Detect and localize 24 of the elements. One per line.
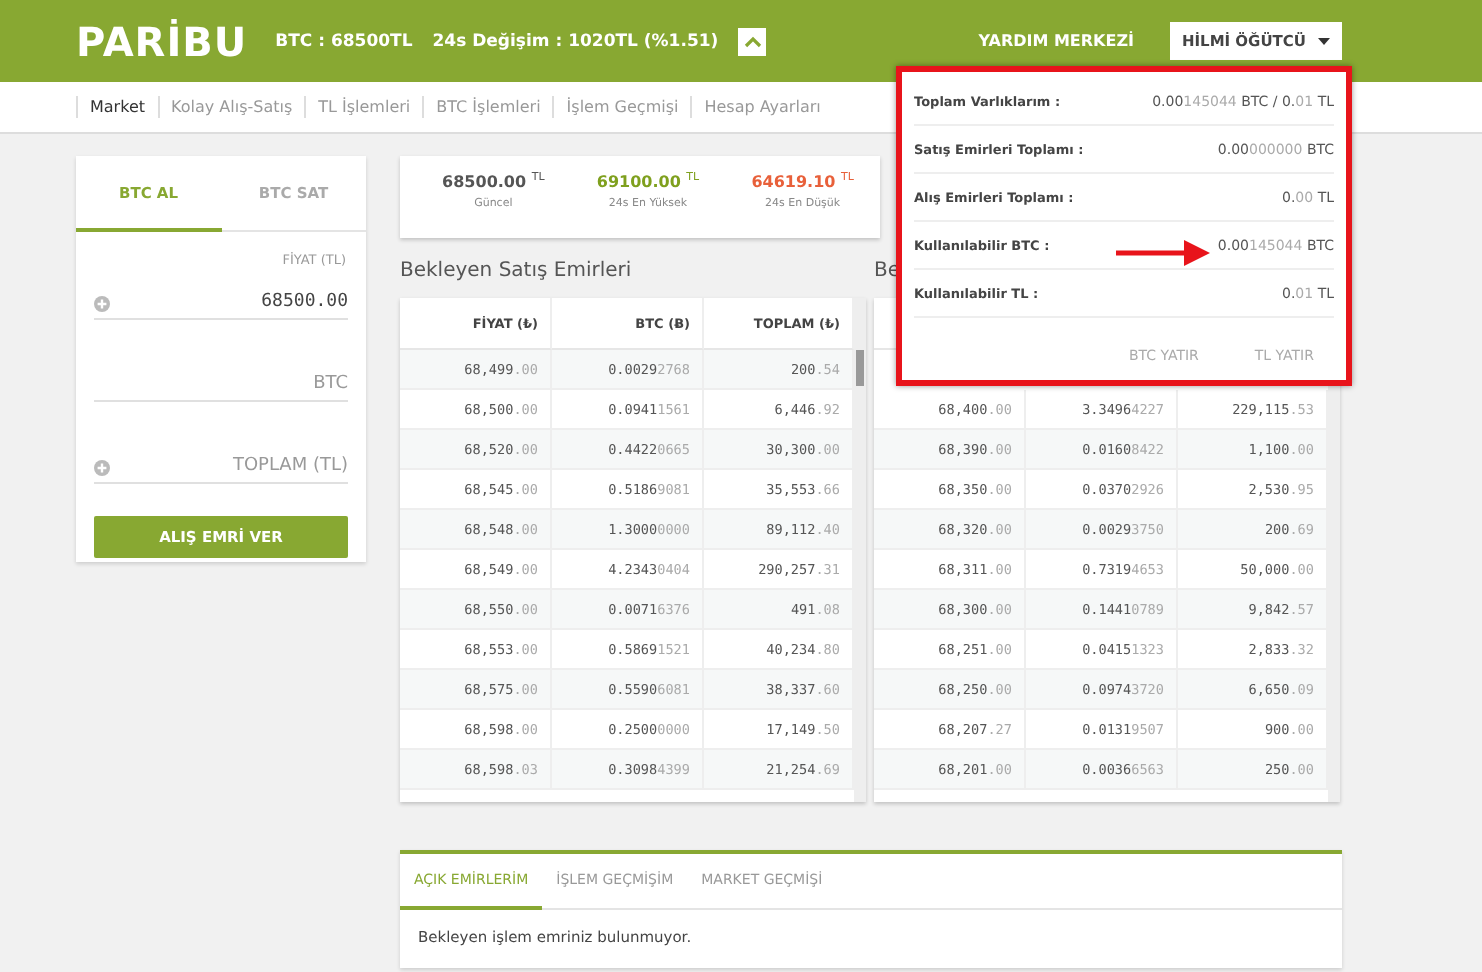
help-link[interactable]: YARDIM MERKEZİ (978, 32, 1134, 50)
nav-link[interactable]: Hesap Ayarları (690, 96, 833, 118)
daily-change: 24s Değişim : 1020TL (%1.51) (432, 31, 719, 51)
nav-link[interactable]: Market (76, 96, 157, 118)
chevron-up-icon (743, 35, 762, 47)
plus-icon (94, 460, 110, 476)
plus-icon (94, 296, 110, 312)
price-field[interactable]: 68500.00 (118, 292, 348, 312)
stat-value: 64619.10 $^{TL}$ (751, 172, 854, 192)
btc-amount-field[interactable]: BTC (94, 374, 348, 394)
collapse-button[interactable] (738, 27, 767, 55)
scrollbar[interactable] (854, 298, 866, 802)
nav-link[interactable]: BTC İşlemleri (422, 96, 553, 118)
annotation-arrow (1116, 234, 1210, 272)
total-field[interactable]: TOPLAM (TL) (118, 456, 348, 476)
nav-link[interactable]: İşlem Geçmişi (552, 96, 691, 118)
stat-value: 68500.00 $^{TL}$ (442, 172, 545, 192)
section-title: Bekleyen Satış Emirleri (400, 258, 634, 286)
btc-price: BTC : 68500TL (275, 31, 413, 51)
caret-icon (1318, 37, 1331, 45)
nav-link[interactable]: Kolay Alış-Satış (157, 96, 305, 118)
logo: PARİBU (76, 17, 248, 65)
stat-value: 69100.00 $^{TL}$ (596, 172, 700, 192)
nav-link[interactable]: TL İşlemleri (304, 96, 423, 118)
